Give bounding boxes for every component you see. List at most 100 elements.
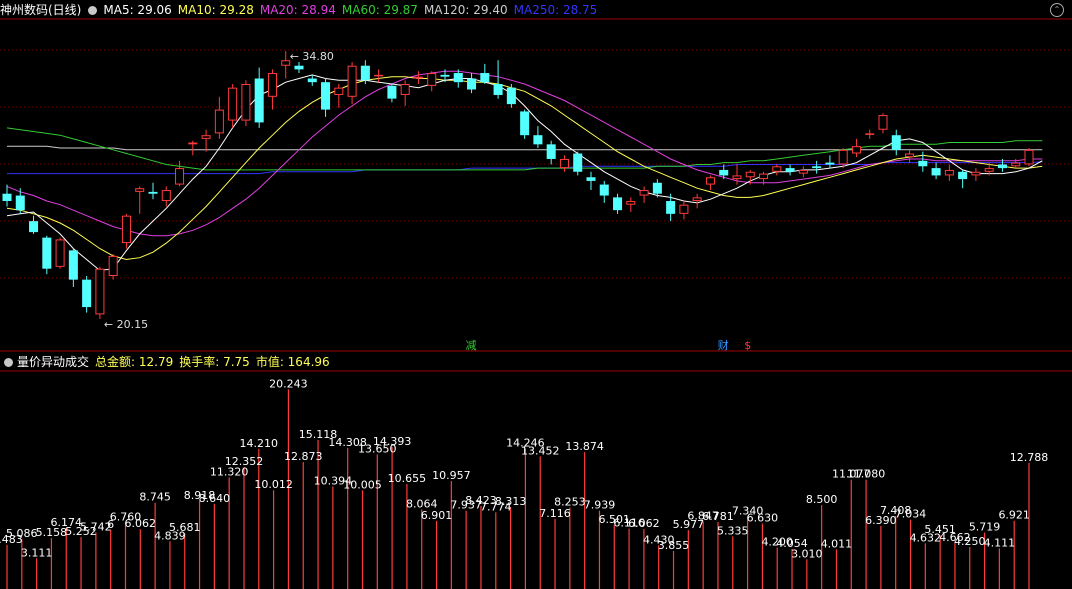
- candle: [546, 140, 556, 165]
- volume-value-label: 5.086: [6, 527, 38, 540]
- indicator-name[interactable]: 量价异动成交: [17, 355, 89, 369]
- candle: [148, 182, 158, 200]
- candle: [307, 74, 317, 86]
- volume-value-label: 8.253: [554, 496, 586, 509]
- candle-body: [294, 65, 304, 70]
- candle: [944, 164, 954, 181]
- volume-value-label: 10.655: [388, 472, 427, 485]
- candle-body: [798, 169, 808, 174]
- volume-value-label: 8.640: [199, 492, 231, 505]
- candle: [865, 129, 875, 139]
- candle-body: [666, 201, 676, 214]
- candle: [400, 80, 410, 106]
- candle: [95, 266, 105, 319]
- ma10-value: MA10: 29.28: [177, 3, 254, 17]
- candle: [228, 84, 238, 128]
- candle: [825, 155, 835, 169]
- candle-body: [334, 87, 344, 95]
- volume-value-label: 7.034: [895, 508, 927, 521]
- candle-body: [387, 85, 397, 99]
- candle-body: [692, 197, 702, 202]
- candle: [878, 113, 888, 134]
- volume-value-label: 14.393: [373, 435, 412, 448]
- candle-body: [493, 84, 503, 95]
- candle-body: [467, 78, 477, 90]
- event-marker: 减: [466, 339, 477, 352]
- candle: [15, 188, 25, 214]
- candle-body: [188, 142, 198, 145]
- volume-value-label: 10.957: [432, 469, 471, 482]
- candle-body: [307, 78, 317, 83]
- candle: [918, 151, 928, 172]
- candle-body: [175, 168, 185, 185]
- candle: [891, 129, 901, 156]
- turnover-rate: 换手率: 7.75: [179, 355, 250, 369]
- candle-body: [68, 250, 78, 280]
- candle: [480, 63, 490, 84]
- candle-body: [586, 177, 596, 181]
- candle-body: [228, 87, 238, 121]
- candle: [294, 62, 304, 74]
- candle: [267, 69, 277, 110]
- candle: [586, 171, 596, 191]
- volume-value-label: 6.062: [628, 517, 660, 530]
- candle-body: [984, 168, 994, 172]
- candle-body: [520, 111, 530, 136]
- volume-value-label: 14.210: [240, 437, 279, 450]
- volume-value-label: 8.500: [806, 493, 838, 506]
- candle-body: [719, 169, 729, 176]
- indicator-circle-icon[interactable]: [4, 358, 13, 367]
- candle-body: [480, 73, 490, 83]
- candle-body: [281, 60, 291, 66]
- maximize-icon[interactable]: ⌃: [1050, 3, 1064, 17]
- volume-value-label: 6.921: [998, 509, 1030, 522]
- candle: [42, 235, 52, 275]
- candle-body: [82, 279, 92, 308]
- ma5-line: [6, 74, 1043, 272]
- ma20-value: MA20: 28.94: [259, 3, 336, 17]
- candle-body: [626, 201, 636, 205]
- volume-value-label: 13.874: [565, 440, 604, 453]
- volume-value-label: 10.005: [343, 478, 382, 491]
- settings-circle-icon[interactable]: [88, 6, 98, 15]
- volume-labels: 4.4835.0863.1115.1586.1745.2525.74266.76…: [0, 377, 1048, 560]
- volume-value-label: 5.335: [717, 524, 749, 537]
- volume-value-label: 3.111: [21, 546, 53, 559]
- candle: [812, 160, 822, 174]
- volume-value-label: 8.745: [139, 491, 171, 504]
- candle: [679, 201, 689, 220]
- candle-body: [2, 193, 12, 202]
- volume-value-label: 6.630: [747, 512, 779, 525]
- candle-body: [838, 149, 848, 165]
- volume-value-label: 20.243: [269, 377, 308, 390]
- candle-body: [374, 74, 384, 77]
- volume-value-label: 10.012: [254, 478, 293, 491]
- candle: [493, 60, 503, 99]
- stock-name[interactable]: 神州数码(日线): [0, 3, 81, 17]
- volume-value-label: 12.873: [284, 450, 323, 463]
- moving-average-lines: [6, 70, 1043, 272]
- volume-value-label: 6.781: [702, 510, 734, 523]
- candle-body: [55, 239, 65, 267]
- candle: [573, 151, 583, 176]
- candle: [374, 69, 384, 83]
- candle-body: [161, 190, 171, 202]
- candle: [281, 51, 291, 79]
- volume-value-label: 6.901: [421, 509, 453, 522]
- candle-body: [321, 82, 331, 110]
- volume-value-label: 3.010: [791, 547, 823, 560]
- candle: [599, 180, 609, 203]
- candle-body: [772, 166, 782, 172]
- candle-body: [121, 215, 131, 244]
- candle-body: [453, 73, 463, 83]
- candle: [905, 149, 915, 163]
- candle-body: [599, 184, 609, 196]
- candle: [520, 109, 530, 139]
- candle: [214, 96, 224, 139]
- ma5-value: MA5: 29.06: [103, 3, 172, 17]
- candle-body: [997, 164, 1007, 169]
- candle-body: [148, 191, 158, 194]
- candle: [427, 71, 437, 92]
- candlesticks: [2, 51, 1034, 319]
- candle: [467, 73, 477, 94]
